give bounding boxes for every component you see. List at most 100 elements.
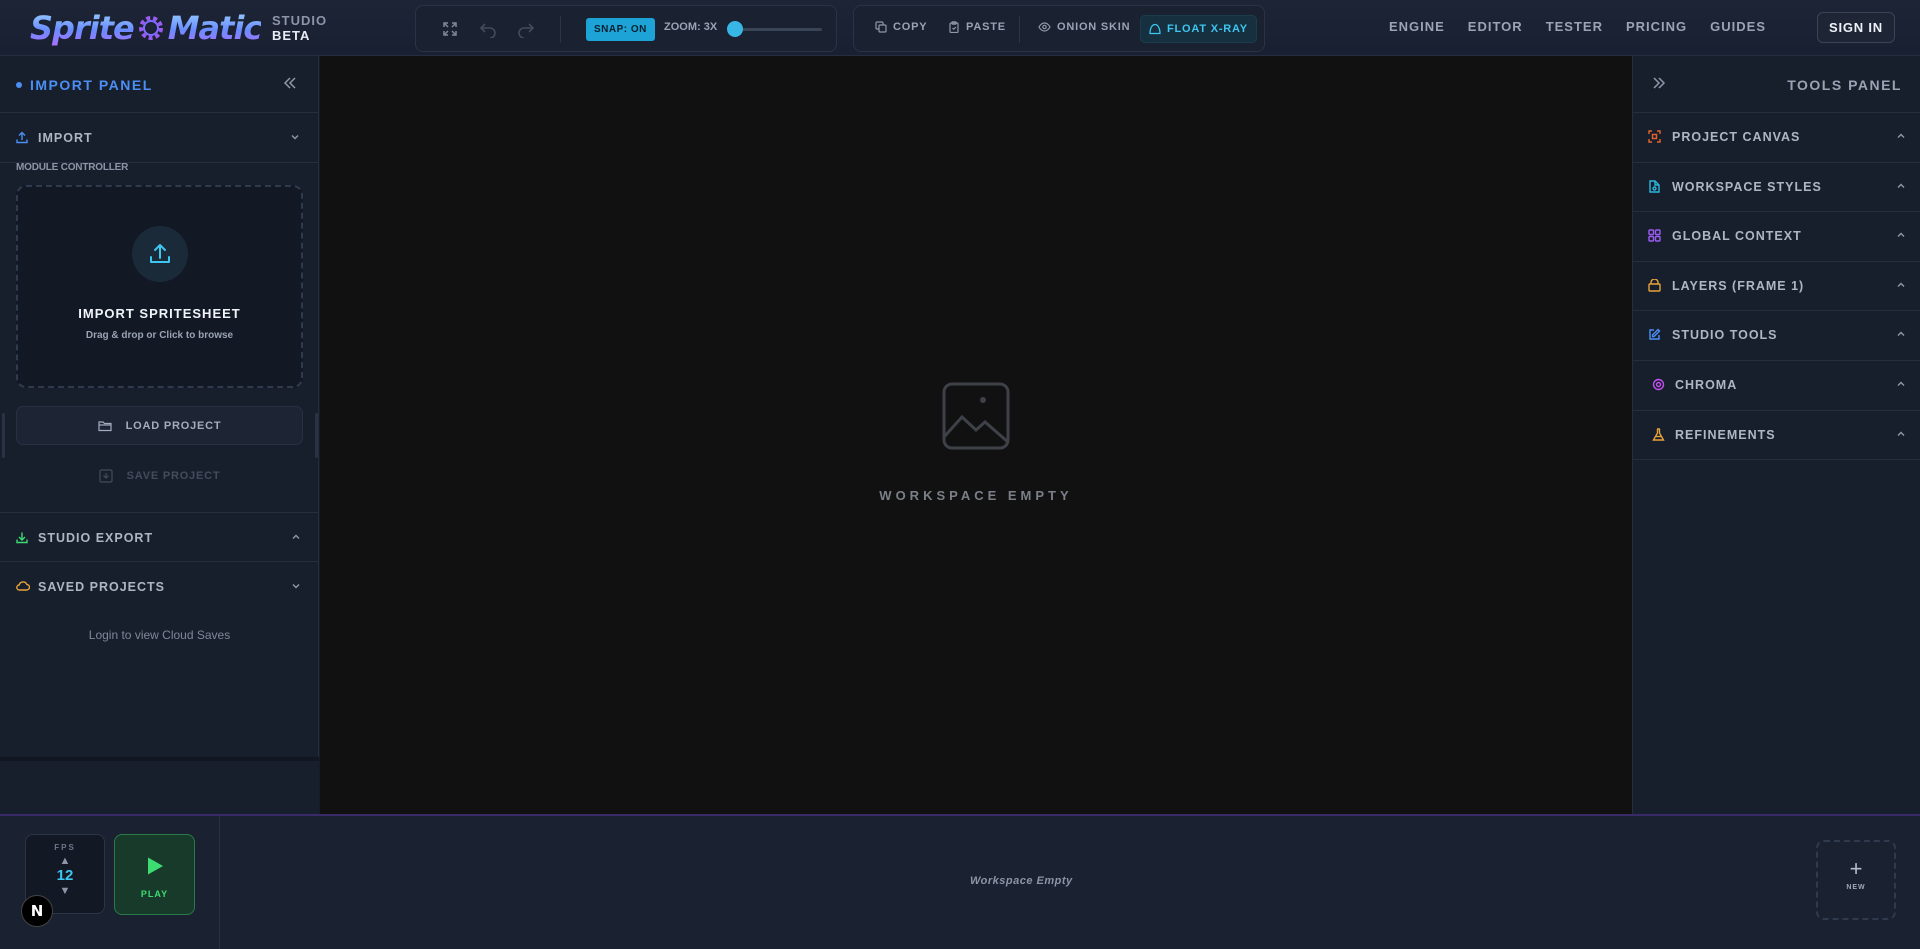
spritesheet-dropzone[interactable]: IMPORT SPRITESHEET Drag & drop or Click …: [16, 185, 303, 388]
chevron-down-icon: [291, 582, 301, 590]
section-label: PROJECT CANVAS: [1672, 130, 1801, 144]
play-button[interactable]: PLAY: [114, 834, 195, 915]
sign-in-button[interactable]: SIGN IN: [1817, 12, 1895, 43]
load-project-label: LOAD PROJECT: [125, 419, 222, 432]
beta-label: BETA: [272, 28, 311, 43]
dropzone-subtitle: Drag & drop or Click to browse: [85, 330, 234, 341]
fps-increase-icon[interactable]: ▲: [26, 855, 104, 867]
eye-icon: [1038, 21, 1051, 33]
section-label: WORKSPACE STYLES: [1672, 179, 1822, 194]
dropzone-title: IMPORT SPRITESHEET: [78, 306, 241, 321]
chevron-up-icon: [1896, 132, 1906, 140]
section-label: STUDIO TOOLS: [1672, 328, 1778, 343]
status-dot: [16, 82, 22, 88]
import-panel-title-wrap: IMPORT PANEL: [16, 77, 153, 93]
workspace-canvas[interactable]: WORKSPACE EMPTY: [320, 56, 1632, 814]
section-studio-tools[interactable]: STUDIO TOOLS: [1633, 311, 1920, 361]
image-placeholder-icon: [941, 381, 1011, 451]
clipboard-icon: [948, 21, 960, 33]
new-frame-button[interactable]: + NEW: [1816, 840, 1896, 920]
section-label: LAYERS (FRAME 1): [1672, 278, 1805, 293]
import-panel-title: IMPORT PANEL: [30, 77, 153, 93]
upload-icon: [132, 226, 188, 282]
fps-label: FPS: [54, 843, 76, 852]
onion-skin-toggle[interactable]: ONION SKIN: [1038, 21, 1130, 33]
nav-engine[interactable]: ENGINE: [1389, 19, 1445, 34]
play-label: PLAY: [140, 889, 169, 899]
collapse-left-icon[interactable]: [282, 75, 298, 91]
import-section-label: IMPORT: [38, 131, 93, 145]
new-frame-label: NEW: [1846, 884, 1866, 891]
chevron-up-icon: [1896, 231, 1906, 239]
studio-beta-tag: STUDIO BETA: [272, 13, 327, 43]
n-badge[interactable]: N: [21, 895, 53, 927]
zoom-slider-thumb[interactable]: [727, 21, 743, 37]
zoom-slider-track[interactable]: [734, 28, 822, 31]
saved-projects-section-header[interactable]: SAVED PROJECTS: [0, 562, 319, 612]
chevron-up-icon: [1896, 281, 1906, 289]
ghost-icon: [1149, 23, 1161, 35]
saved-projects-label: SAVED PROJECTS: [38, 580, 165, 594]
chevron-up-icon: [291, 533, 301, 541]
tools-panel: TOOLS PANEL PROJECT CANVAS WORKSPACE STY…: [1632, 56, 1920, 814]
tools-panel-header: TOOLS PANEL: [1633, 56, 1920, 113]
edit-icon: [1648, 328, 1661, 341]
studio-export-section-header[interactable]: STUDIO EXPORT: [0, 512, 319, 562]
timeline-empty-label: Workspace Empty: [970, 875, 1073, 887]
redo-icon[interactable]: [517, 20, 535, 38]
toolbar-divider: [1019, 16, 1020, 43]
flask-icon: [1652, 427, 1665, 441]
chevron-up-icon: [1896, 182, 1906, 190]
section-layers[interactable]: LAYERS (FRAME 1): [1633, 262, 1920, 312]
view-tool-group: SNAP: ON ZOOM: 3X: [415, 5, 837, 52]
folder-icon: [98, 420, 112, 432]
load-project-button[interactable]: LOAD PROJECT: [16, 406, 303, 445]
save-project-label: SAVE PROJECT: [126, 469, 221, 482]
nav-pricing[interactable]: PRICING: [1626, 19, 1687, 34]
import-panel: IMPORT PANEL IMPORT MODULE CONTROLLER IM…: [0, 56, 319, 814]
nav-tester[interactable]: TESTER: [1546, 19, 1603, 34]
fullscreen-icon[interactable]: [441, 20, 459, 38]
copy-label: COPY: [893, 21, 928, 33]
import-section-header[interactable]: IMPORT: [0, 113, 318, 163]
save-icon: [99, 468, 113, 483]
paste-label: PASTE: [966, 21, 1006, 33]
chevron-up-icon: [1896, 330, 1906, 338]
canvas-icon: [1648, 130, 1661, 143]
section-refinements[interactable]: REFINEMENTS: [1633, 411, 1920, 461]
plus-icon: +: [1849, 856, 1863, 881]
float-xray-toggle[interactable]: FLOAT X-RAY: [1140, 15, 1257, 43]
section-chroma[interactable]: CHROMA: [1633, 361, 1920, 411]
collapse-right-icon[interactable]: [1651, 75, 1667, 91]
app-logo[interactable]: Sprite Matic: [30, 8, 263, 48]
onion-skin-label: ONION SKIN: [1057, 21, 1131, 33]
logo-text-right: Matic: [167, 9, 263, 47]
upload-small-icon: [16, 131, 28, 144]
undo-icon[interactable]: [479, 20, 497, 38]
copy-icon: [875, 21, 887, 33]
snap-toggle[interactable]: SNAP: ON: [586, 18, 655, 41]
left-resize-handle[interactable]: [315, 413, 318, 458]
section-workspace-styles[interactable]: WORKSPACE STYLES: [1633, 163, 1920, 213]
left-edge-handle[interactable]: [2, 413, 5, 458]
section-project-canvas[interactable]: PROJECT CANVAS: [1633, 113, 1920, 163]
save-project-button[interactable]: SAVE PROJECT: [16, 456, 303, 495]
section-label: REFINEMENTS: [1675, 427, 1776, 442]
fps-value: 12: [56, 867, 74, 884]
section-global-context[interactable]: GLOBAL CONTEXT: [1633, 212, 1920, 262]
nav-guides[interactable]: GUIDES: [1710, 19, 1766, 34]
section-label: CHROMA: [1675, 377, 1738, 392]
copy-button[interactable]: COPY: [875, 21, 927, 33]
workspace-empty-label: WORKSPACE EMPTY: [879, 488, 1073, 503]
cloud-saves-note: Login to view Cloud Saves: [88, 628, 231, 642]
paste-button[interactable]: PASTE: [948, 21, 1006, 33]
section-label: GLOBAL CONTEXT: [1672, 229, 1802, 244]
module-controller-label: MODULE CONTROLLER: [16, 162, 129, 173]
styles-icon: [1648, 179, 1661, 193]
chevron-down-icon: [290, 133, 300, 141]
layers-icon: [1648, 278, 1661, 292]
chroma-icon: [1652, 378, 1665, 391]
studio-export-label: STUDIO EXPORT: [38, 531, 154, 545]
studio-label: STUDIO: [272, 13, 328, 28]
nav-editor[interactable]: EDITOR: [1468, 19, 1523, 34]
